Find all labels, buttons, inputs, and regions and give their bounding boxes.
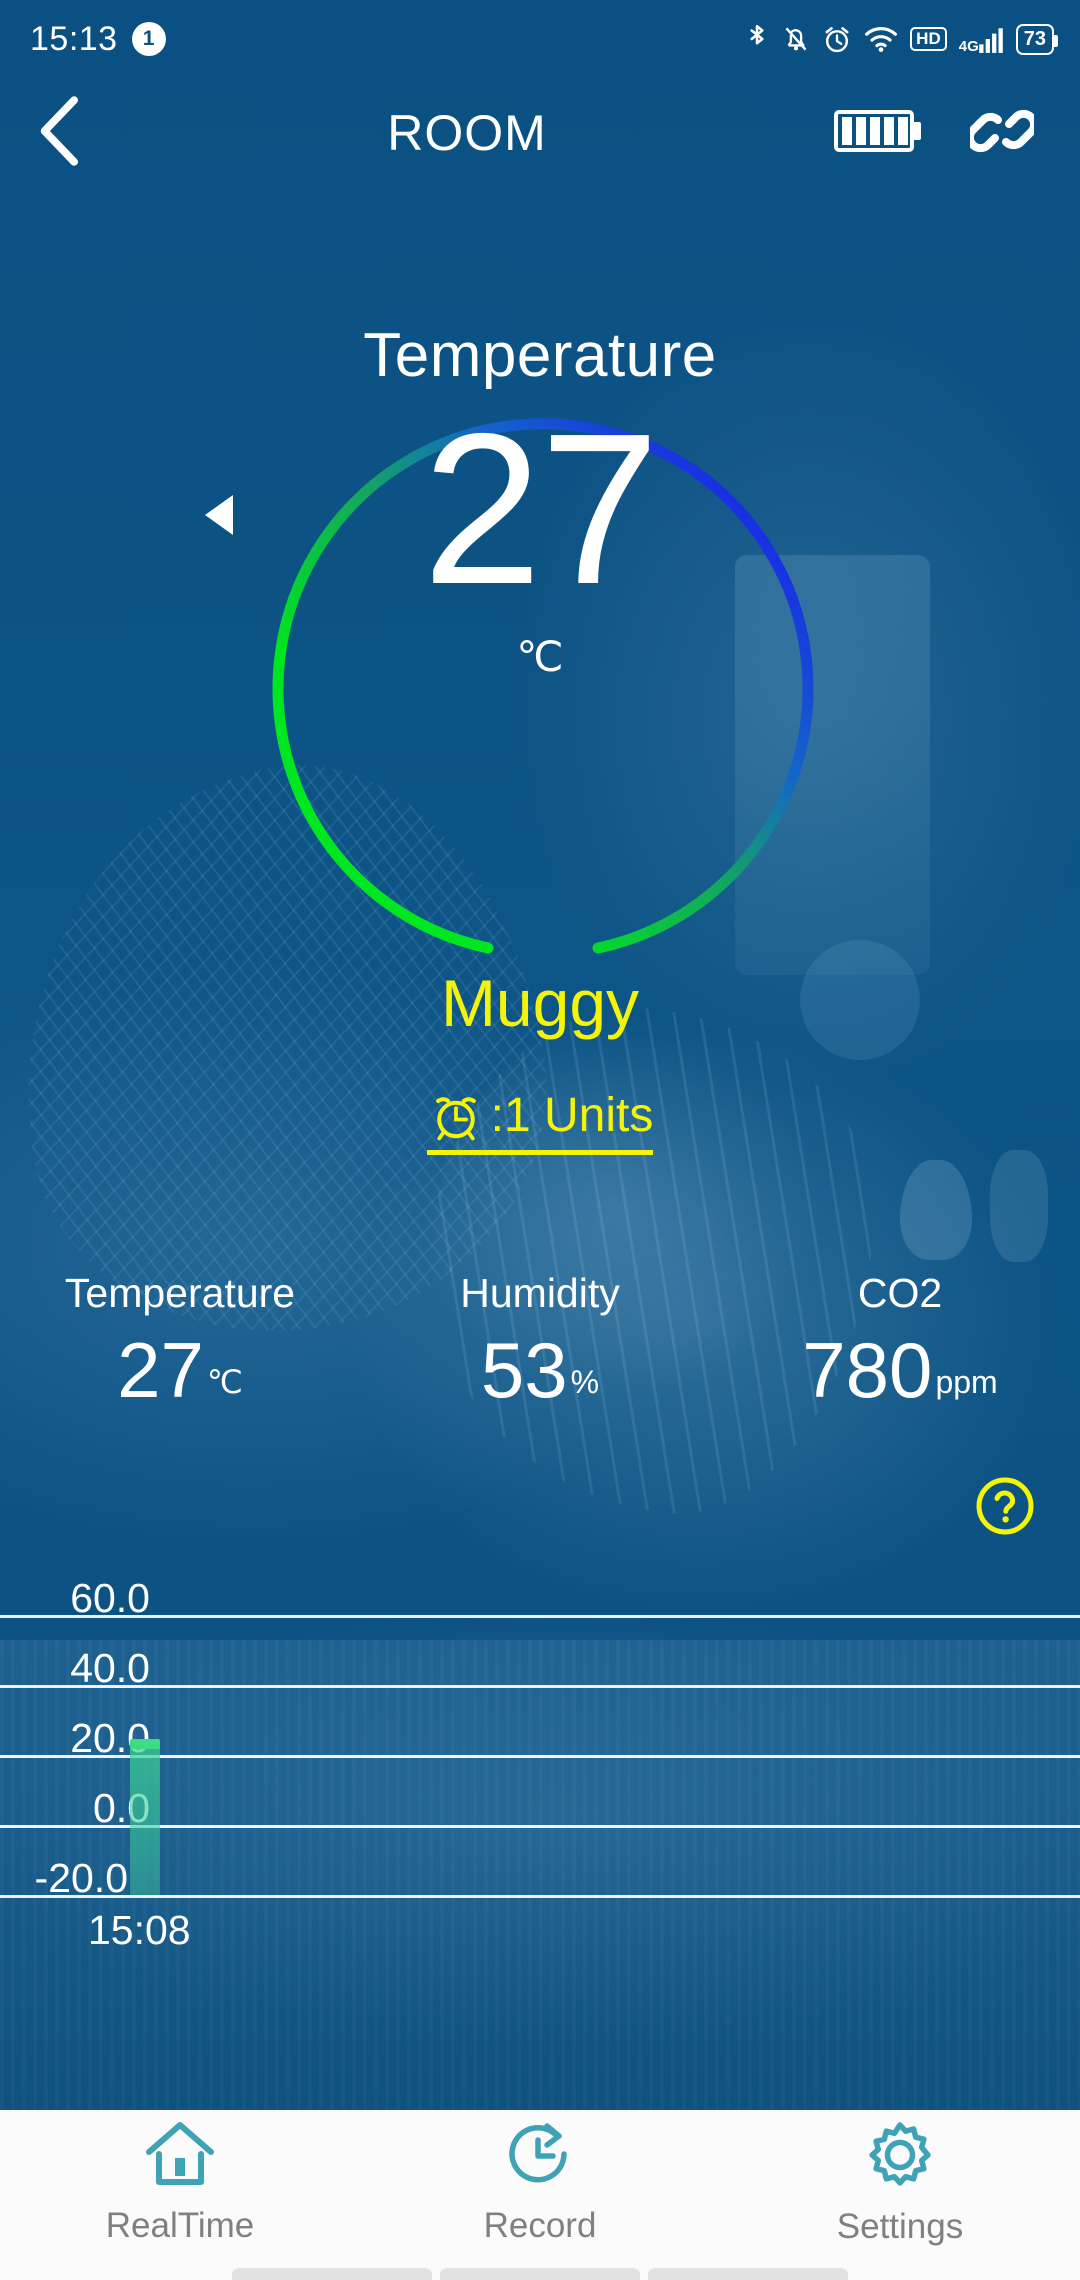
background-vase-left bbox=[900, 1160, 972, 1260]
metric-value-row: 780 ppm bbox=[802, 1326, 998, 1414]
nav-item-settings[interactable]: Settings bbox=[720, 2110, 1080, 2280]
nav-label: RealTime bbox=[105, 2206, 255, 2245]
clock-history-icon bbox=[503, 2118, 577, 2192]
help-button[interactable] bbox=[974, 1475, 1036, 1542]
gear-icon bbox=[862, 2117, 938, 2193]
header-actions bbox=[834, 98, 1080, 169]
chart-y-tick: 60.0 bbox=[70, 1575, 150, 1621]
chart-y-tick: 40.0 bbox=[70, 1645, 150, 1691]
nav-label: Record bbox=[483, 2206, 597, 2245]
4g-signal-icon: 4G bbox=[959, 24, 1004, 54]
alarm-units-text: :1 Units bbox=[490, 1088, 654, 1142]
home-icon bbox=[141, 2118, 219, 2192]
metric-humidity[interactable]: Humidity 53 % bbox=[360, 1270, 720, 1414]
chart-bar bbox=[130, 1744, 160, 1895]
gesture-hint-bar bbox=[0, 2264, 1080, 2280]
metric-label: Temperature bbox=[64, 1270, 296, 1316]
gauge-metric-label: Temperature bbox=[363, 321, 717, 390]
background-vase-right bbox=[990, 1150, 1048, 1262]
app-header: ROOM bbox=[0, 78, 1080, 188]
metrics-row: Temperature 27 ℃ Humidity 53 % CO2 780 p… bbox=[0, 1270, 1080, 1414]
metric-temperature[interactable]: Temperature 27 ℃ bbox=[0, 1270, 360, 1414]
nav-item-record[interactable]: Record bbox=[360, 2110, 720, 2280]
question-circle-icon bbox=[974, 1477, 1036, 1541]
notification-count-badge: 1 bbox=[131, 22, 166, 56]
chart-y-tick: -20.0 bbox=[34, 1855, 128, 1901]
metric-value: 27 bbox=[117, 1326, 204, 1414]
chart-gridline bbox=[0, 1615, 1080, 1618]
bottom-navigation: RealTime Record Settings bbox=[0, 2110, 1080, 2280]
metric-unit: ppm bbox=[935, 1363, 998, 1400]
temperature-gauge[interactable]: Temperature 27 ℃ bbox=[0, 230, 1080, 970]
metric-value: 780 bbox=[802, 1326, 933, 1414]
metric-co2[interactable]: CO2 780 ppm bbox=[720, 1270, 1080, 1414]
status-bar-left: 15:13 1 bbox=[30, 20, 166, 59]
wifi-icon bbox=[864, 24, 898, 54]
app-root: 15:13 1 HD 4G 73 ROOM Temperature 27 ℃ M… bbox=[0, 0, 1080, 2280]
chain-link-icon[interactable] bbox=[965, 98, 1039, 169]
alarm-units-link[interactable]: :1 Units bbox=[426, 1086, 654, 1155]
status-bar-right: HD 4G 73 bbox=[744, 22, 1059, 56]
chart-y-tick: 0.0 bbox=[93, 1785, 150, 1831]
gauge-metric-value: 27 bbox=[422, 388, 659, 629]
gesture-pill bbox=[232, 2268, 432, 2280]
hd-icon: HD bbox=[910, 26, 947, 52]
metric-value-row: 53 % bbox=[480, 1326, 600, 1414]
metric-unit: ℃ bbox=[206, 1363, 243, 1400]
bluetooth-icon bbox=[744, 22, 770, 56]
metric-value-row: 27 ℃ bbox=[117, 1326, 243, 1414]
metric-label: CO2 bbox=[857, 1270, 943, 1316]
status-bar-clock: 15:13 bbox=[30, 19, 118, 58]
gesture-pill bbox=[440, 2268, 640, 2280]
chevron-left-icon bbox=[33, 95, 87, 172]
comfort-status-label: Muggy bbox=[440, 966, 640, 1040]
battery-full-icon[interactable] bbox=[834, 104, 926, 163]
nav-item-realtime[interactable]: RealTime bbox=[0, 2110, 360, 2280]
status-bar: 15:13 1 HD 4G 73 bbox=[0, 0, 1080, 78]
chart-bar-cap bbox=[130, 1739, 160, 1749]
alarm-clock-icon bbox=[427, 1086, 487, 1144]
chart-y-tick: 20.0 bbox=[70, 1715, 150, 1761]
nav-label: Settings bbox=[836, 2207, 964, 2246]
bell-muted-icon bbox=[782, 23, 810, 55]
page-title: ROOM bbox=[387, 105, 547, 161]
chart-gridline bbox=[0, 1825, 1080, 1828]
gauge-readout: Temperature 27 ℃ bbox=[0, 230, 1080, 970]
metric-label: Humidity bbox=[460, 1270, 620, 1316]
battery-icon: 73 bbox=[1015, 23, 1059, 55]
metric-value: 53 bbox=[480, 1326, 568, 1414]
chart-gridline bbox=[0, 1895, 1080, 1898]
gauge-metric-unit: ℃ bbox=[516, 633, 564, 680]
chart-gridline bbox=[0, 1685, 1080, 1688]
alarm-icon bbox=[822, 23, 852, 55]
chart-gridline bbox=[0, 1755, 1080, 1758]
alarm-units-row[interactable]: :1 Units bbox=[0, 1086, 1080, 1155]
chart-x-tick: 15:08 bbox=[88, 1907, 191, 1953]
history-chart[interactable]: 60.0 40.0 20.0 0.0 -20.0 15:08 bbox=[0, 1545, 1080, 1953]
metric-unit: % bbox=[570, 1363, 600, 1400]
gesture-pill bbox=[648, 2268, 848, 2280]
